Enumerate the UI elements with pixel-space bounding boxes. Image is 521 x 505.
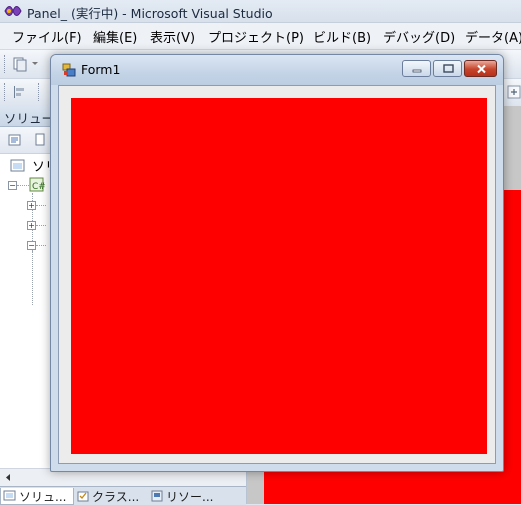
collapse-toggle-icon[interactable]: −: [27, 241, 36, 250]
align-left-icon[interactable]: [12, 84, 28, 100]
toolbar-grip[interactable]: [4, 83, 8, 101]
solution-explorer-title: ソリュー: [4, 111, 55, 126]
tree-connector: [32, 251, 33, 305]
tab-label: ソリュ...: [19, 490, 67, 504]
toolbar-grip[interactable]: [4, 55, 8, 73]
maximize-icon: [443, 64, 454, 73]
expand-toggle-icon[interactable]: +: [27, 201, 36, 210]
expand-toggle-icon[interactable]: +: [27, 221, 36, 230]
visual-studio-icon: [4, 6, 22, 16]
tab-label: リソー...: [166, 490, 214, 504]
form-icon: [62, 63, 76, 77]
vs-menubar: ファイル(F) 編集(E) 表示(V) プロジェクト(P) ビルド(B) デバッ…: [0, 23, 521, 50]
close-icon: [477, 64, 486, 74]
tree-connector: [36, 205, 46, 206]
menu-project[interactable]: プロジェクト(P): [208, 27, 304, 46]
tab-class-view[interactable]: クラス...: [74, 488, 146, 504]
red-panel: [71, 98, 487, 454]
panel-tab-strip: ソリュ... クラス... リソー...: [0, 486, 246, 505]
toolbar-overflow-icon[interactable]: [507, 84, 521, 100]
form1-titlebar[interactable]: Form1: [51, 55, 503, 85]
tab-solution-explorer[interactable]: ソリュ...: [0, 488, 74, 505]
form1-window: Form1: [50, 54, 504, 472]
tree-connector: [36, 225, 46, 226]
resource-view-icon: [151, 490, 163, 502]
maximize-button[interactable]: [433, 60, 462, 77]
csharp-project-icon[interactable]: C#: [29, 177, 45, 193]
properties-icon[interactable]: [7, 132, 23, 148]
menu-file[interactable]: ファイル(F): [12, 27, 82, 46]
toolbar-separator: [38, 83, 42, 101]
tree-connector: [36, 245, 46, 246]
menu-debug[interactable]: デバッグ(D): [383, 27, 455, 46]
menu-edit[interactable]: 編集(E): [93, 27, 137, 46]
menu-build[interactable]: ビルド(B): [313, 27, 371, 46]
form1-client-area: [58, 85, 496, 464]
vs-window-title: Panel_ (実行中) - Microsoft Visual Studio: [27, 6, 273, 21]
tree-connector: [17, 185, 29, 186]
form1-title: Form1: [81, 62, 121, 77]
menu-data[interactable]: データ(A): [465, 27, 521, 46]
menu-view[interactable]: 表示(V): [150, 27, 195, 46]
dropdown-arrow-icon[interactable]: [31, 58, 39, 68]
show-all-files-icon[interactable]: [35, 132, 45, 148]
solution-icon: [10, 159, 25, 172]
minimize-button[interactable]: [402, 60, 431, 77]
tab-label: クラス...: [92, 490, 140, 504]
close-button[interactable]: [464, 60, 497, 77]
solution-icon: [3, 490, 16, 501]
minimize-icon: [412, 69, 422, 73]
tab-resource-view[interactable]: リソー...: [148, 488, 220, 504]
scroll-left-arrow-icon[interactable]: [4, 473, 12, 482]
collapse-toggle-icon[interactable]: −: [8, 181, 17, 190]
class-view-icon: [77, 491, 89, 502]
svg-text:C#: C#: [32, 182, 45, 192]
new-project-icon[interactable]: [12, 56, 28, 72]
vs-titlebar: Panel_ (実行中) - Microsoft Visual Studio: [0, 0, 521, 23]
